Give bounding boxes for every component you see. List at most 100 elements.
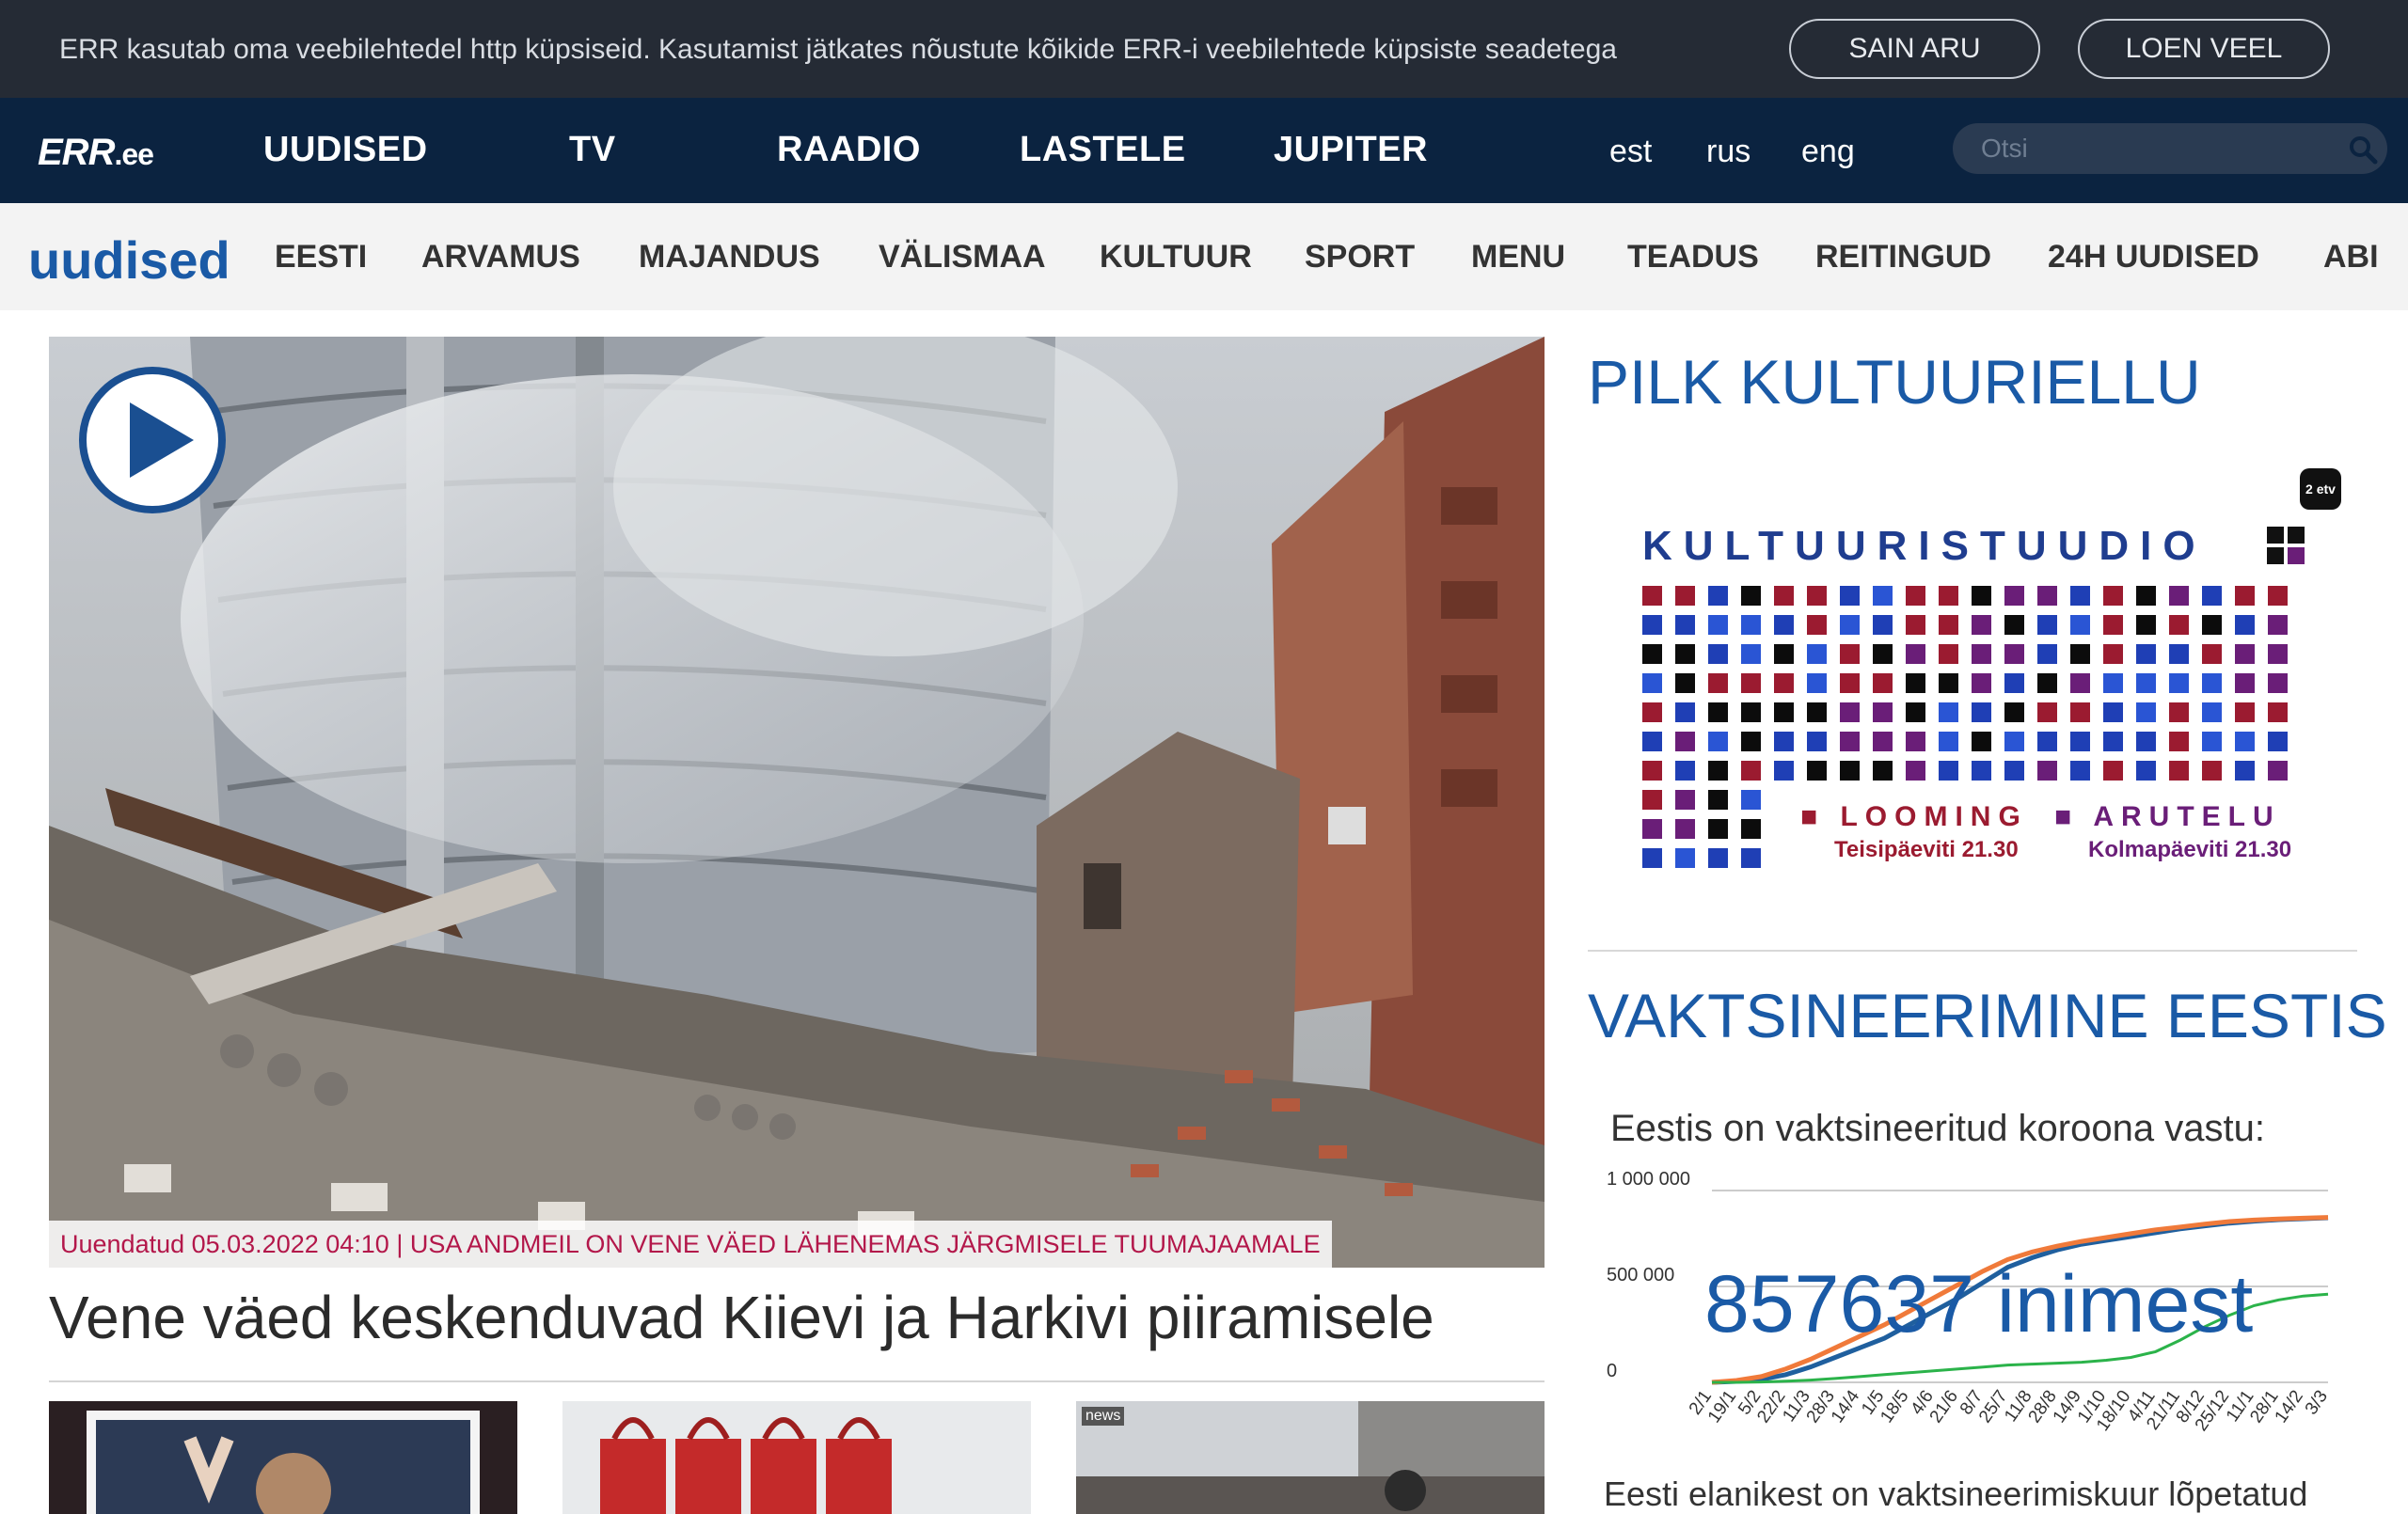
red-bags-image	[562, 1401, 1031, 1514]
cookie-accept-button[interactable]: SAIN ARU	[1789, 19, 2040, 79]
grid-square	[1906, 761, 1925, 781]
grid-square	[1708, 761, 1728, 781]
grid-square	[2004, 615, 2024, 635]
grid-square	[1807, 586, 1827, 606]
play-video-icon[interactable]	[77, 365, 228, 515]
title-square	[2267, 527, 2284, 544]
grid-square	[1708, 732, 1728, 751]
section-title[interactable]: uudised	[28, 229, 230, 291]
grid-square	[1840, 615, 1860, 635]
grid-square	[1675, 615, 1695, 635]
search-icon[interactable]	[2348, 134, 2378, 165]
section-item-arvamus[interactable]: ARVAMUS	[421, 239, 580, 276]
grid-square	[2202, 702, 2222, 722]
kultuuristuudio-banner[interactable]: 2 etv KULTUURISTUUDIO ■ LOOMING Teisipäe…	[1618, 459, 2344, 873]
article-thumbnail-3[interactable]: news	[1076, 1401, 1545, 1514]
section-item-majandus[interactable]: MAJANDUS	[639, 239, 820, 276]
grid-square	[2136, 615, 2156, 635]
sidebar-heading-vaktsineerimine[interactable]: VAKTSINEERIMINE EESTIS	[1588, 980, 2387, 1051]
show-arutelu-time: Kolmapäeviti 21.30	[2088, 837, 2292, 862]
cookie-read-more-button[interactable]: LOEN VEEL	[2078, 19, 2330, 79]
grid-square	[1939, 644, 1958, 664]
section-item-reitingud[interactable]: REITINGUD	[1815, 239, 1991, 276]
grid-square	[2136, 644, 2156, 664]
grid-square	[2169, 586, 2189, 606]
grid-square	[1906, 644, 1925, 664]
section-item-sport[interactable]: SPORT	[1305, 239, 1415, 276]
grid-square	[2202, 673, 2222, 693]
grid-square	[1675, 790, 1695, 810]
search-input[interactable]	[1981, 131, 2329, 166]
nav-item-lastele[interactable]: LASTELE	[1020, 130, 1186, 170]
grid-square	[1741, 732, 1761, 751]
grid-square	[1675, 732, 1695, 751]
sidebar-heading-kultuur[interactable]: PILK KULTUURIELLU	[1588, 346, 2201, 418]
nav-item-raadio[interactable]: RAADIO	[777, 130, 921, 170]
article-thumbnail-2[interactable]	[562, 1401, 1031, 1514]
grid-square	[1939, 615, 1958, 635]
grid-square	[1807, 761, 1827, 781]
err-logo[interactable]: ERR.ee	[38, 132, 154, 174]
grid-square	[1741, 819, 1761, 839]
section-item-teadus[interactable]: TEADUS	[1627, 239, 1759, 276]
grid-square	[1840, 761, 1860, 781]
grid-square	[1708, 586, 1728, 606]
grid-square	[2268, 732, 2288, 751]
grid-square	[1807, 732, 1827, 751]
grid-square	[2070, 673, 2090, 693]
section-item-24h-uudised[interactable]: 24H UUDISED	[2048, 239, 2259, 276]
grid-square	[1873, 761, 1893, 781]
grid-square	[2268, 702, 2288, 722]
main-headline[interactable]: Vene väed keskenduvad Kiievi ja Harkivi …	[49, 1283, 1434, 1352]
grid-square	[2037, 673, 2057, 693]
article-thumbnail-1[interactable]	[49, 1401, 517, 1514]
grid-square	[2169, 761, 2189, 781]
grid-square	[1741, 790, 1761, 810]
grid-square	[2268, 615, 2288, 635]
grid-square	[1972, 761, 1991, 781]
grid-square	[1642, 702, 1662, 722]
grid-square	[2202, 644, 2222, 664]
grid-square	[1708, 702, 1728, 722]
chart-xtick-label: 3/3	[2302, 1387, 2332, 1419]
grid-square	[2037, 615, 2057, 635]
section-item-eesti[interactable]: EESTI	[275, 239, 367, 276]
grid-square	[2004, 673, 2024, 693]
street-scene-image	[1076, 1401, 1545, 1514]
nav-item-jupiter[interactable]: JUPITER	[1274, 130, 1428, 170]
grid-square	[1873, 586, 1893, 606]
section-item-abi[interactable]: ABI	[2323, 239, 2379, 276]
grid-square	[2004, 644, 2024, 664]
grid-square	[1642, 819, 1662, 839]
grid-square	[1840, 673, 1860, 693]
chart-ytick-label: 500 000	[1607, 1265, 1674, 1285]
language-rus[interactable]: rus	[1706, 134, 1751, 170]
grid-square	[1939, 673, 1958, 693]
grid-square	[1708, 673, 1728, 693]
grid-square	[2103, 673, 2123, 693]
grid-square	[1807, 673, 1827, 693]
grid-square	[1642, 586, 1662, 606]
nav-item-tv[interactable]: TV	[569, 130, 616, 170]
nav-item-uudised[interactable]: UUDISED	[263, 130, 428, 170]
language-est[interactable]: est	[1609, 134, 1652, 170]
language-eng[interactable]: eng	[1801, 134, 1855, 170]
hero-article-image[interactable]: Uuendatud 05.03.2022 04:10 | USA ANDMEIL…	[49, 337, 1545, 1268]
grid-square	[1939, 586, 1958, 606]
headline-divider	[49, 1380, 1545, 1382]
section-item-kultuur[interactable]: KULTUUR	[1100, 239, 1252, 276]
grid-square	[1774, 732, 1794, 751]
section-item-menu[interactable]: MENU	[1471, 239, 1565, 276]
grid-square	[2235, 732, 2255, 751]
sidebar-divider	[1588, 950, 2357, 952]
video-address-image	[49, 1401, 517, 1514]
grid-square	[2004, 732, 2024, 751]
grid-square	[1741, 615, 1761, 635]
cookie-banner: ERR kasutab oma veebilehtedel http küpsi…	[0, 0, 2408, 98]
grid-square	[1774, 761, 1794, 781]
grid-square	[1774, 586, 1794, 606]
grid-square	[2070, 615, 2090, 635]
section-item-valismaa[interactable]: VÄLISMAA	[879, 239, 1046, 276]
logo-suffix: .ee	[114, 137, 153, 171]
grid-square	[2235, 586, 2255, 606]
